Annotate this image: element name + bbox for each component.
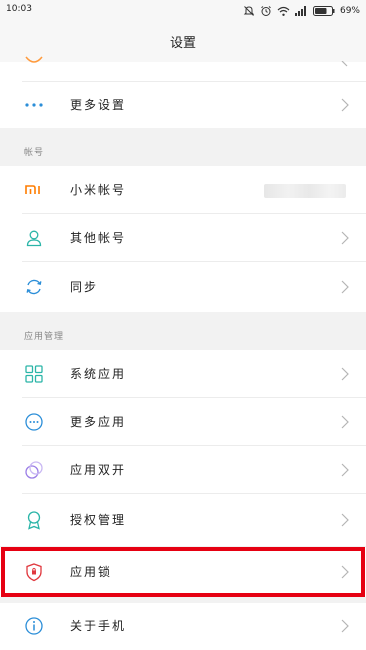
chevron-right-icon bbox=[341, 56, 349, 75]
chevron-right-icon bbox=[341, 279, 349, 294]
row-other-accounts[interactable]: 其他帐号 bbox=[0, 214, 366, 262]
row-mi-account-label: 小米帐号 bbox=[70, 183, 127, 197]
title-bar: 设置 bbox=[0, 22, 366, 62]
section-header-apps-label: 应用管理 bbox=[24, 332, 65, 342]
row-more-apps-label: 更多应用 bbox=[70, 415, 127, 429]
account-id-blurred bbox=[264, 184, 346, 198]
more-dots-icon bbox=[24, 95, 44, 115]
status-time: 10:03 bbox=[6, 4, 32, 14]
row-other-accounts-label: 其他帐号 bbox=[70, 231, 127, 245]
row-about-phone-label: 关于手机 bbox=[70, 619, 127, 633]
row-permissions-label: 授权管理 bbox=[70, 513, 127, 527]
wifi-icon bbox=[277, 6, 290, 17]
chevron-right-icon bbox=[341, 230, 349, 245]
grid-icon bbox=[24, 364, 44, 384]
chevron-right-icon bbox=[341, 618, 349, 633]
row-system-apps-label: 系统应用 bbox=[70, 367, 127, 381]
highlight-annotation bbox=[1, 547, 365, 597]
mi-logo-icon bbox=[24, 180, 44, 200]
row-dual-apps[interactable]: 应用双开 bbox=[0, 446, 366, 494]
partial-row[interactable] bbox=[0, 56, 366, 82]
dual-circles-icon bbox=[24, 460, 44, 480]
row-more-settings-label: 更多设置 bbox=[70, 98, 127, 112]
info-icon bbox=[24, 616, 44, 636]
chevron-right-icon bbox=[341, 414, 349, 429]
circle-dots-icon bbox=[24, 412, 44, 432]
row-more-settings[interactable]: 更多设置 bbox=[0, 82, 366, 128]
row-sync-label: 同步 bbox=[70, 280, 99, 294]
sync-icon bbox=[24, 277, 44, 297]
alarm-icon bbox=[260, 5, 272, 17]
page-title: 设置 bbox=[169, 36, 196, 51]
battery-icon bbox=[312, 6, 335, 16]
battery-percent: 69% bbox=[339, 6, 360, 16]
row-more-apps[interactable]: 更多应用 bbox=[0, 398, 366, 446]
row-system-apps[interactable]: 系统应用 bbox=[0, 350, 366, 398]
mute-icon bbox=[243, 5, 255, 17]
row-permissions[interactable]: 授权管理 bbox=[0, 494, 366, 546]
status-bar: 10:03 69% bbox=[0, 0, 366, 22]
person-icon bbox=[24, 228, 44, 248]
section-header-apps: 应用管理 bbox=[0, 314, 366, 350]
row-dual-apps-label: 应用双开 bbox=[70, 463, 127, 477]
status-icons: 69% bbox=[243, 3, 360, 19]
chevron-right-icon bbox=[341, 366, 349, 381]
row-sync[interactable]: 同步 bbox=[0, 262, 366, 312]
section-header-accounts: 帐号 bbox=[0, 130, 366, 166]
row-about-phone[interactable]: 关于手机 bbox=[0, 603, 366, 650]
row-mi-account[interactable]: 小米帐号 bbox=[0, 166, 366, 214]
chevron-right-icon bbox=[341, 97, 349, 112]
badge-icon bbox=[24, 510, 44, 530]
partial-row-icon bbox=[24, 54, 44, 73]
chevron-right-icon bbox=[341, 462, 349, 477]
section-header-accounts-label: 帐号 bbox=[24, 148, 45, 158]
chevron-right-icon bbox=[341, 512, 349, 527]
signal-icon bbox=[294, 6, 308, 16]
